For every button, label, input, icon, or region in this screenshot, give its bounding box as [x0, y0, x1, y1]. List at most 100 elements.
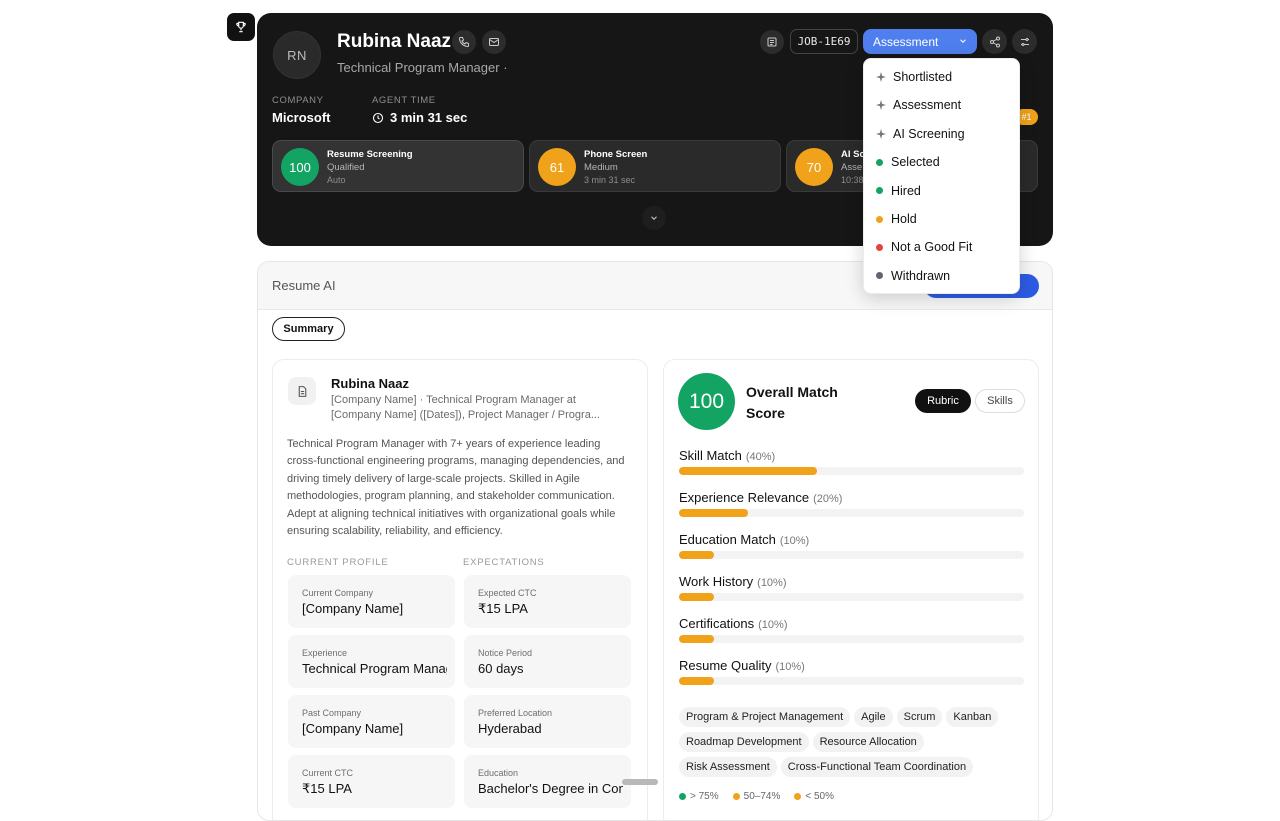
- status-dot: [876, 158, 883, 166]
- field-current-ctc: Current CTC ₹15 LPA: [288, 755, 455, 808]
- stage-result: Asse: [841, 162, 863, 173]
- stage-title: Phone Screen: [584, 149, 648, 160]
- chevron-down-icon: [960, 39, 966, 43]
- status-dropdown[interactable]: Assessment: [863, 29, 977, 54]
- trophy-button[interactable]: [227, 13, 255, 41]
- criterion-name: Work History: [679, 574, 754, 589]
- criterion-row: Resume Quality (10%): [679, 657, 1024, 685]
- field-label: Notice Period: [478, 648, 533, 658]
- stage-meta: 10:38: [841, 175, 864, 185]
- status-option[interactable]: Hold: [874, 209, 917, 229]
- resume-headline: [Company Name] · Technical Program Manag…: [331, 394, 600, 421]
- status-option[interactable]: Assessment: [874, 95, 961, 115]
- status-option-label: Shortlisted: [893, 70, 953, 84]
- settings-button[interactable]: [1012, 29, 1037, 54]
- tab-rubric[interactable]: Rubric: [915, 389, 971, 413]
- criterion-name: Resume Quality: [679, 658, 772, 673]
- field-notice-period: Notice Period 60 days: [464, 635, 631, 688]
- sliders-icon: [1020, 37, 1029, 46]
- sparkle-icon: [874, 99, 888, 111]
- field-label: Preferred Location: [478, 708, 553, 718]
- stage-score: 61: [538, 148, 576, 186]
- stage-score: 70: [795, 148, 833, 186]
- criterion-row: Experience Relevance (20%): [679, 489, 1024, 517]
- skill-chip: Resource Allocation: [812, 732, 924, 752]
- call-button[interactable]: [452, 30, 476, 54]
- field-value: [Company Name]: [302, 721, 404, 736]
- skill-chip: Agile: [854, 707, 893, 727]
- legend-label: 50–74%: [743, 791, 781, 802]
- candidate-role: Technical Program Manager ·: [337, 60, 508, 75]
- status-option[interactable]: Withdrawn: [874, 266, 950, 286]
- expand-button[interactable]: [642, 206, 666, 230]
- status-label: Assessment: [873, 34, 939, 49]
- message-icon: [767, 37, 777, 47]
- criterion-name: Experience Relevance: [679, 490, 810, 505]
- legend-item: > 75%: [679, 791, 719, 802]
- overall-title: Overall Match Score: [746, 384, 838, 421]
- criterion-weight: (10%): [775, 661, 805, 673]
- section-title: Resume AI: [272, 278, 336, 293]
- resume-ai-section: Resume AI Summary Rubina Naaz [Company N…: [257, 261, 1053, 821]
- share-button[interactable]: [982, 29, 1007, 54]
- criterion-row: Skill Match (40%): [679, 447, 1024, 475]
- stage-title: AI Sc: [841, 149, 865, 160]
- criterion-bar-track: [679, 677, 1024, 685]
- criterion-bar-fill: [679, 677, 714, 685]
- field-value: ₹15 LPA: [478, 601, 528, 616]
- criterion-name: Certifications: [679, 616, 755, 631]
- status-option-label: Not a Good Fit: [891, 240, 973, 255]
- stage-card-resume-screening[interactable]: 100 Resume Screening Qualified Auto: [272, 140, 524, 192]
- stage-card-phone-screen[interactable]: 61 Phone Screen Medium 3 min 31 sec: [529, 140, 781, 192]
- stage-meta: Auto: [327, 175, 346, 185]
- clock-icon: [372, 112, 384, 123]
- legend-label: > 75%: [690, 791, 719, 802]
- criterion-row: Certifications (10%): [679, 615, 1024, 643]
- job-id[interactable]: JOB-1E69: [790, 29, 858, 54]
- company-label: COMPANY: [272, 95, 324, 106]
- resume-summary-card: Rubina Naaz [Company Name] · Technical P…: [272, 359, 648, 820]
- status-option[interactable]: Selected: [874, 152, 940, 172]
- status-option[interactable]: Hired: [874, 181, 921, 201]
- criterion-bar-track: [679, 509, 1024, 517]
- scrollbar[interactable]: [622, 779, 658, 785]
- status-dot: [876, 215, 883, 223]
- status-option-label: Hold: [891, 212, 917, 226]
- agent-time: 3 min 31 sec: [372, 110, 467, 125]
- field-preferred-location: Preferred Location Hyderabad: [464, 695, 631, 748]
- criterion-name: Education Match: [679, 532, 776, 547]
- resume-bio: Technical Program Manager with 7+ years …: [287, 438, 625, 538]
- field-value: Technical Program Manager: [302, 661, 447, 676]
- agent-time-label: AGENT TIME: [372, 95, 436, 106]
- trophy-icon: [236, 21, 246, 33]
- field-value: 60 days: [478, 661, 524, 676]
- tab-skills[interactable]: Skills: [975, 389, 1025, 413]
- criterion-bar-track: [679, 635, 1024, 643]
- criterion-weight: (40%): [745, 451, 776, 463]
- status-option[interactable]: AI Screening: [874, 124, 965, 144]
- stage-meta: 3 min 31 sec: [584, 175, 636, 185]
- stage-result: Medium: [584, 162, 618, 173]
- skill-chip: Cross-Functional Team Coordination: [780, 757, 974, 777]
- status-option-label: Selected: [891, 155, 940, 170]
- stage-score: 100: [281, 148, 319, 186]
- status-option[interactable]: Not a Good Fit: [874, 237, 972, 257]
- criterion-bar-track: [679, 551, 1024, 559]
- criterion-bar-fill: [679, 635, 714, 643]
- skill-chip: Roadmap Development: [679, 732, 809, 752]
- status-option-label: AI Screening: [893, 126, 965, 141]
- field-value: Hyderabad: [478, 721, 542, 736]
- skill-chip: Risk Assessment: [679, 757, 777, 777]
- status-option[interactable]: Shortlisted: [874, 67, 952, 87]
- notes-button[interactable]: [760, 30, 784, 54]
- resume-name: Rubina Naaz: [331, 376, 410, 391]
- agent-time-value: 3 min 31 sec: [390, 110, 468, 125]
- tab-summary[interactable]: Summary: [272, 317, 345, 341]
- criterion-bar-track: [679, 467, 1024, 475]
- email-button[interactable]: [482, 30, 506, 54]
- mail-icon: [489, 38, 499, 46]
- status-dot: [876, 187, 883, 195]
- field-value: Bachelor's Degree in Computer Science: [478, 781, 623, 796]
- candidate-name: Rubina Naaz: [337, 31, 452, 52]
- status-option-label: Withdrawn: [891, 268, 951, 283]
